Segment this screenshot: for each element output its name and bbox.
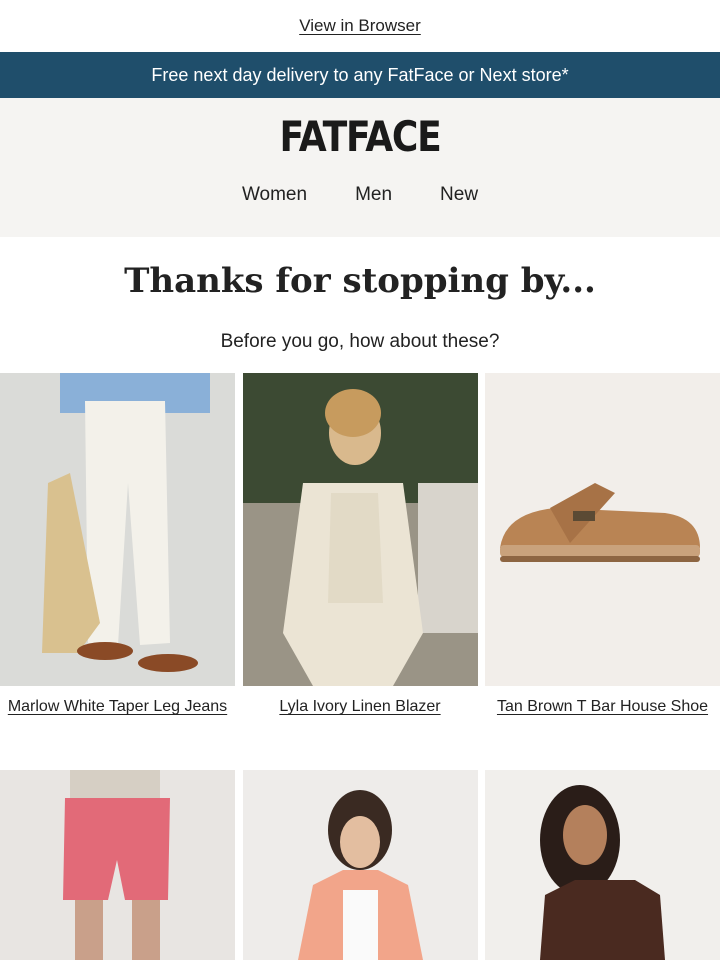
- product-card-hoodie: [242, 770, 478, 960]
- product-name-blazer[interactable]: Lyla Ivory Linen Blazer: [279, 698, 440, 715]
- product-name-jeans[interactable]: Marlow White Taper Leg Jeans: [8, 698, 227, 715]
- delivery-banner[interactable]: Free next day delivery to any FatFace or…: [0, 52, 720, 98]
- brown-lace-top-photo[interactable]: [485, 770, 720, 960]
- product-row-1: Marlow White Taper Leg Jeans Lyla Ivory …: [0, 373, 720, 722]
- product-name-house-shoe[interactable]: Tan Brown T Bar House Shoe: [497, 698, 708, 715]
- product-row-2: [0, 770, 720, 960]
- product-card-jeans: Marlow White Taper Leg Jeans: [0, 373, 235, 722]
- product-card-house-shoe: Tan Brown T Bar House Shoe: [485, 373, 720, 722]
- nav-new[interactable]: New: [440, 184, 478, 206]
- fatface-logo[interactable]: FATFACE: [50, 112, 669, 161]
- brand-header: FATFACE Women Men New: [0, 98, 720, 237]
- linen-blazer-photo[interactable]: [242, 373, 478, 686]
- peach-hoodie-photo[interactable]: [242, 770, 478, 960]
- nav-women[interactable]: Women: [242, 184, 307, 206]
- white-jeans-photo[interactable]: [0, 373, 235, 686]
- product-card-shorts: [0, 770, 235, 960]
- nav-men[interactable]: Men: [355, 184, 392, 206]
- view-in-browser-bar: View in Browser: [0, 0, 720, 52]
- house-shoe-photo[interactable]: [485, 373, 720, 686]
- subhead: Before you go, how about these?: [220, 331, 500, 352]
- main-nav: Women Men New: [0, 184, 720, 206]
- headline: Thanks for stopping by...: [124, 261, 596, 301]
- delivery-banner-text: Free next day delivery to any FatFace or…: [151, 64, 569, 85]
- pink-shorts-photo[interactable]: [0, 770, 235, 960]
- view-in-browser-link[interactable]: View in Browser: [299, 16, 421, 36]
- product-card-blazer: Lyla Ivory Linen Blazer: [242, 373, 478, 722]
- product-card-lace-top: [485, 770, 720, 960]
